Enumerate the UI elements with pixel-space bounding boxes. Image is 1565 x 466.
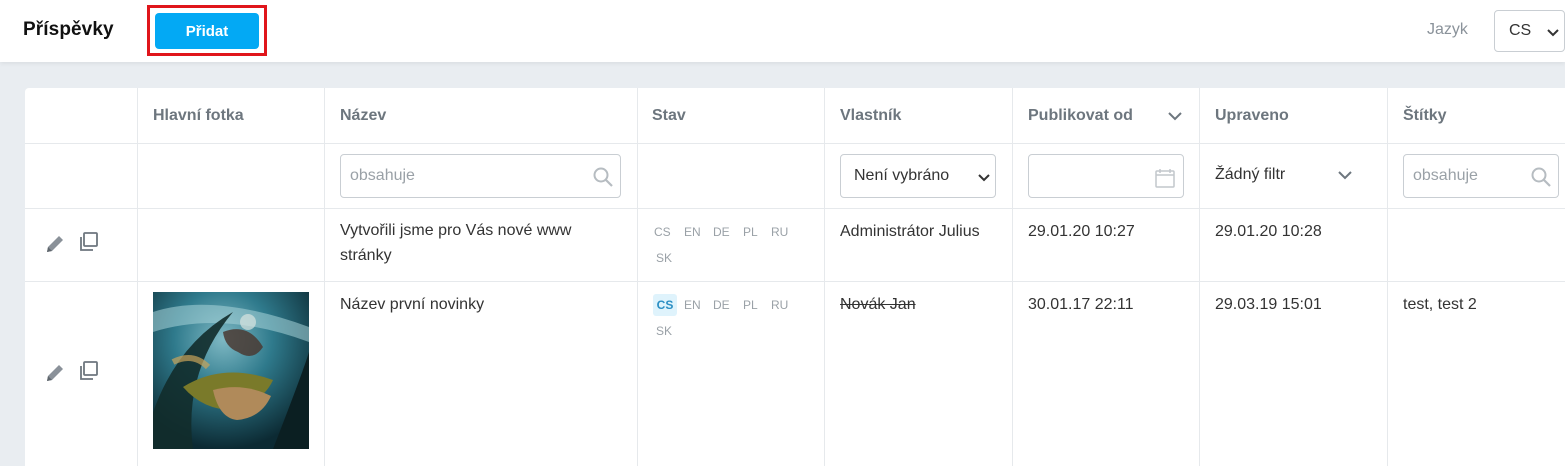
row-modified: 29.01.20 10:28 [1215, 223, 1322, 240]
row-owner: Administrátor Julius [840, 223, 980, 240]
lang-tag[interactable]: SK [656, 247, 672, 269]
column-header-name[interactable]: Název [340, 107, 386, 125]
chevron-down-icon [1547, 29, 1559, 37]
lang-tag[interactable]: DE [713, 221, 730, 243]
column-divider [637, 88, 638, 466]
row-publish-from: 29.01.20 10:27 [1028, 223, 1135, 240]
column-divider [1199, 88, 1200, 466]
column-header-publish-from[interactable]: Publikovat od [1028, 107, 1133, 125]
row-owner: Novák Jan [840, 296, 916, 313]
modified-filter-value[interactable]: Žádný filtr [1215, 166, 1285, 184]
lang-tag-active[interactable]: CS [653, 294, 677, 316]
page-title: Příspěvky [23, 19, 114, 40]
duplicate-icon[interactable] [77, 360, 99, 382]
tags-filter-input[interactable]: obsahuje [1403, 154, 1559, 198]
calendar-icon [1155, 169, 1175, 188]
column-divider [824, 88, 825, 466]
add-button[interactable]: Přidat [155, 13, 259, 49]
top-bar: Příspěvky Přidat Jazyk CS [0, 0, 1565, 62]
pencil-icon[interactable] [44, 233, 66, 255]
language-select[interactable]: CS [1494, 10, 1565, 52]
row-divider [25, 143, 1565, 144]
owner-filter-value: Není vybráno [854, 167, 950, 184]
pencil-icon[interactable] [44, 362, 66, 384]
row-tags: test, test 2 [1403, 296, 1477, 313]
row-title[interactable]: Vytvořili jsme pro Vás nové www stránky [340, 218, 571, 268]
row-publish-from: 30.01.17 22:11 [1028, 296, 1134, 313]
column-header-photo[interactable]: Hlavní fotka [153, 107, 244, 125]
column-divider [137, 88, 138, 466]
lang-tag[interactable]: EN [684, 294, 701, 316]
column-header-status[interactable]: Stav [652, 107, 686, 125]
row-divider [25, 281, 1565, 282]
lang-tag[interactable]: RU [771, 294, 788, 316]
row-title-line: stránky [340, 247, 392, 264]
column-header-tags[interactable]: Štítky [1403, 107, 1447, 125]
lang-tag[interactable]: CS [654, 221, 671, 243]
column-divider [1012, 88, 1013, 466]
row-title[interactable]: Název první novinky [340, 292, 484, 317]
column-header-modified[interactable]: Upraveno [1215, 107, 1289, 125]
row-divider [25, 208, 1565, 209]
column-divider [1387, 88, 1388, 466]
tags-filter-placeholder: obsahuje [1413, 167, 1478, 184]
column-divider [324, 88, 325, 466]
row-title-line: Vytvořili jsme pro Vás nové www [340, 222, 572, 239]
publish-date-filter-input[interactable] [1028, 154, 1184, 198]
language-select-value: CS [1509, 22, 1532, 39]
lang-tag[interactable]: PL [743, 294, 758, 316]
posts-table: Hlavní fotka Název Stav Vlastník Publiko… [25, 88, 1565, 466]
row-modified: 29.03.19 15:01 [1215, 296, 1322, 313]
main-photo-thumbnail[interactable] [153, 292, 309, 449]
lang-tag[interactable]: SK [656, 320, 672, 342]
owner-filter-select[interactable]: Není vybráno [840, 154, 996, 198]
column-header-owner[interactable]: Vlastník [840, 107, 901, 125]
name-filter-placeholder: obsahuje [350, 167, 415, 184]
chevron-down-icon[interactable] [1337, 167, 1353, 183]
duplicate-icon[interactable] [77, 231, 99, 253]
chevron-down-icon[interactable] [1167, 108, 1183, 124]
lang-tag[interactable]: PL [743, 221, 758, 243]
underwater-photo-image [153, 292, 309, 449]
lang-tag[interactable]: EN [684, 221, 701, 243]
language-label: Jazyk [1427, 21, 1468, 38]
search-icon [1531, 167, 1551, 187]
chevron-down-icon [978, 174, 990, 182]
lang-tag[interactable]: RU [771, 221, 788, 243]
search-icon [593, 167, 613, 187]
name-filter-input[interactable]: obsahuje [340, 154, 621, 198]
lang-tag[interactable]: DE [713, 294, 730, 316]
